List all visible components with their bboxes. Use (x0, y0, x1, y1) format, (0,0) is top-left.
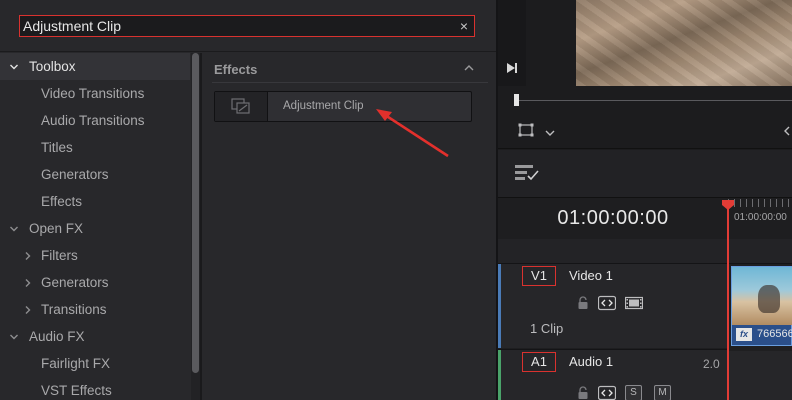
tree-item[interactable]: Generators (0, 161, 190, 188)
tree-item-label: Titles (41, 140, 73, 155)
chevron-down-icon[interactable] (544, 125, 556, 136)
effect-item-label: Adjustment Clip (283, 100, 364, 112)
auto-select-icon[interactable] (597, 385, 617, 400)
tree-item[interactable]: Generators (0, 269, 190, 296)
tree-scrollbar[interactable] (191, 53, 200, 400)
tree-item-label: Generators (41, 167, 109, 182)
clip-thumbnail (732, 267, 792, 325)
tree-item-label: VST Effects (41, 383, 112, 398)
chevron-left-icon[interactable] (782, 124, 792, 136)
effect-item-adjustment-clip[interactable]: Adjustment Clip (214, 91, 472, 122)
adjustment-clip-icon (231, 98, 250, 114)
viewer-divider (498, 148, 792, 149)
timeline-header: 01:00:00:00 (498, 199, 728, 239)
timeline-spacer (498, 239, 792, 263)
chevron-right-icon[interactable] (23, 278, 33, 288)
timeline-toolbar (498, 150, 792, 198)
lock-icon[interactable] (574, 385, 592, 400)
solo-button[interactable]: S (625, 385, 642, 400)
track-badge[interactable]: V1 (522, 266, 556, 286)
effects-section-header: Effects (214, 62, 258, 77)
ruler-ticks (728, 199, 792, 207)
track-color-bar (498, 350, 501, 400)
tree-item-label: Transitions (41, 302, 107, 317)
chevron-up-icon[interactable] (462, 61, 476, 75)
clip-count: 1 Clip (530, 321, 564, 336)
timeline-clip-area[interactable]: fx 766566 (728, 263, 792, 400)
auto-select-icon[interactable] (597, 295, 617, 311)
track-name[interactable]: Audio 1 (569, 354, 613, 369)
effects-panel: Effects Adjustment Clip (202, 53, 496, 400)
chevron-down-icon[interactable] (9, 62, 19, 72)
search-bar: × (0, 0, 496, 52)
tree-item-label: Audio Transitions (41, 113, 145, 128)
video-clip[interactable]: fx 766566 (731, 266, 792, 346)
tree-item-label: Fairlight FX (41, 356, 111, 371)
track-header-audio-1[interactable]: A1 Audio 1 2.0 S M (498, 349, 728, 400)
search-input[interactable] (19, 15, 475, 37)
effects-library: × Toolbox Video Transitions Audio Transiti… (0, 0, 496, 400)
tree-item[interactable]: Audio FX (0, 323, 190, 350)
tree-item[interactable]: Open FX (0, 215, 190, 242)
tree-item-label: Open FX (29, 221, 84, 236)
timecode-display[interactable]: 01:00:00:00 (498, 207, 728, 230)
playhead-icon[interactable] (721, 199, 735, 211)
tree-scrollbar-thumb[interactable] (192, 53, 199, 373)
lock-icon[interactable] (574, 295, 592, 311)
chevron-right-icon[interactable] (23, 251, 33, 261)
scrubber-handle[interactable] (514, 94, 519, 106)
ruler-timecode-label: 01:00:00:00 (734, 212, 787, 223)
tree-item[interactable]: Effects (0, 188, 190, 215)
tree-item-label: Generators (41, 275, 109, 290)
track-header-video-1[interactable]: V1 Video 1 1 Clip (498, 263, 728, 348)
transform-icon[interactable] (518, 123, 534, 137)
mute-button[interactable]: M (654, 385, 671, 400)
timeline-ruler[interactable]: 01:00:00:00 (728, 199, 792, 239)
tree-item[interactable]: Toolbox (0, 53, 190, 80)
tree-item[interactable]: VST Effects (0, 377, 190, 400)
tree-item-label: Video Transitions (41, 86, 145, 101)
timeline-options-icon[interactable] (514, 163, 540, 183)
tree-item[interactable]: Transitions (0, 296, 190, 323)
audio-track-lane[interactable] (728, 351, 792, 400)
clip-name: 766566 (757, 328, 792, 340)
fx-badge: fx (736, 328, 752, 341)
tree-item-label: Filters (41, 248, 78, 263)
film-strip-icon[interactable] (624, 295, 644, 311)
effect-thumbnail (215, 92, 268, 121)
tree-item-label: Toolbox (29, 59, 76, 74)
tree-item-label: Audio FX (29, 329, 85, 344)
tree-item[interactable]: Audio Transitions (0, 107, 190, 134)
tree-item[interactable]: Filters (0, 242, 190, 269)
viewer-frame (576, 0, 792, 86)
clear-search-icon[interactable]: × (457, 16, 471, 36)
tree-item[interactable]: Fairlight FX (0, 350, 190, 377)
chevron-down-icon[interactable] (9, 224, 19, 234)
playhead-line[interactable] (727, 207, 729, 400)
track-name[interactable]: Video 1 (569, 268, 613, 283)
play-icon[interactable] (504, 60, 520, 76)
tree-item[interactable]: Titles (0, 134, 190, 161)
chevron-right-icon[interactable] (23, 305, 33, 315)
track-color-bar (498, 264, 501, 348)
tree-item[interactable]: Video Transitions (0, 80, 190, 107)
chevron-down-icon[interactable] (9, 332, 19, 342)
toolbox-tree: Toolbox Video Transitions Audio Transition… (0, 53, 190, 400)
tree-item-label: Effects (41, 194, 83, 209)
scrubber-track[interactable] (518, 100, 792, 101)
track-badge[interactable]: A1 (522, 352, 556, 372)
track-channel-level: 2.0 (703, 357, 720, 371)
section-divider (212, 82, 488, 83)
viewer (498, 0, 792, 150)
